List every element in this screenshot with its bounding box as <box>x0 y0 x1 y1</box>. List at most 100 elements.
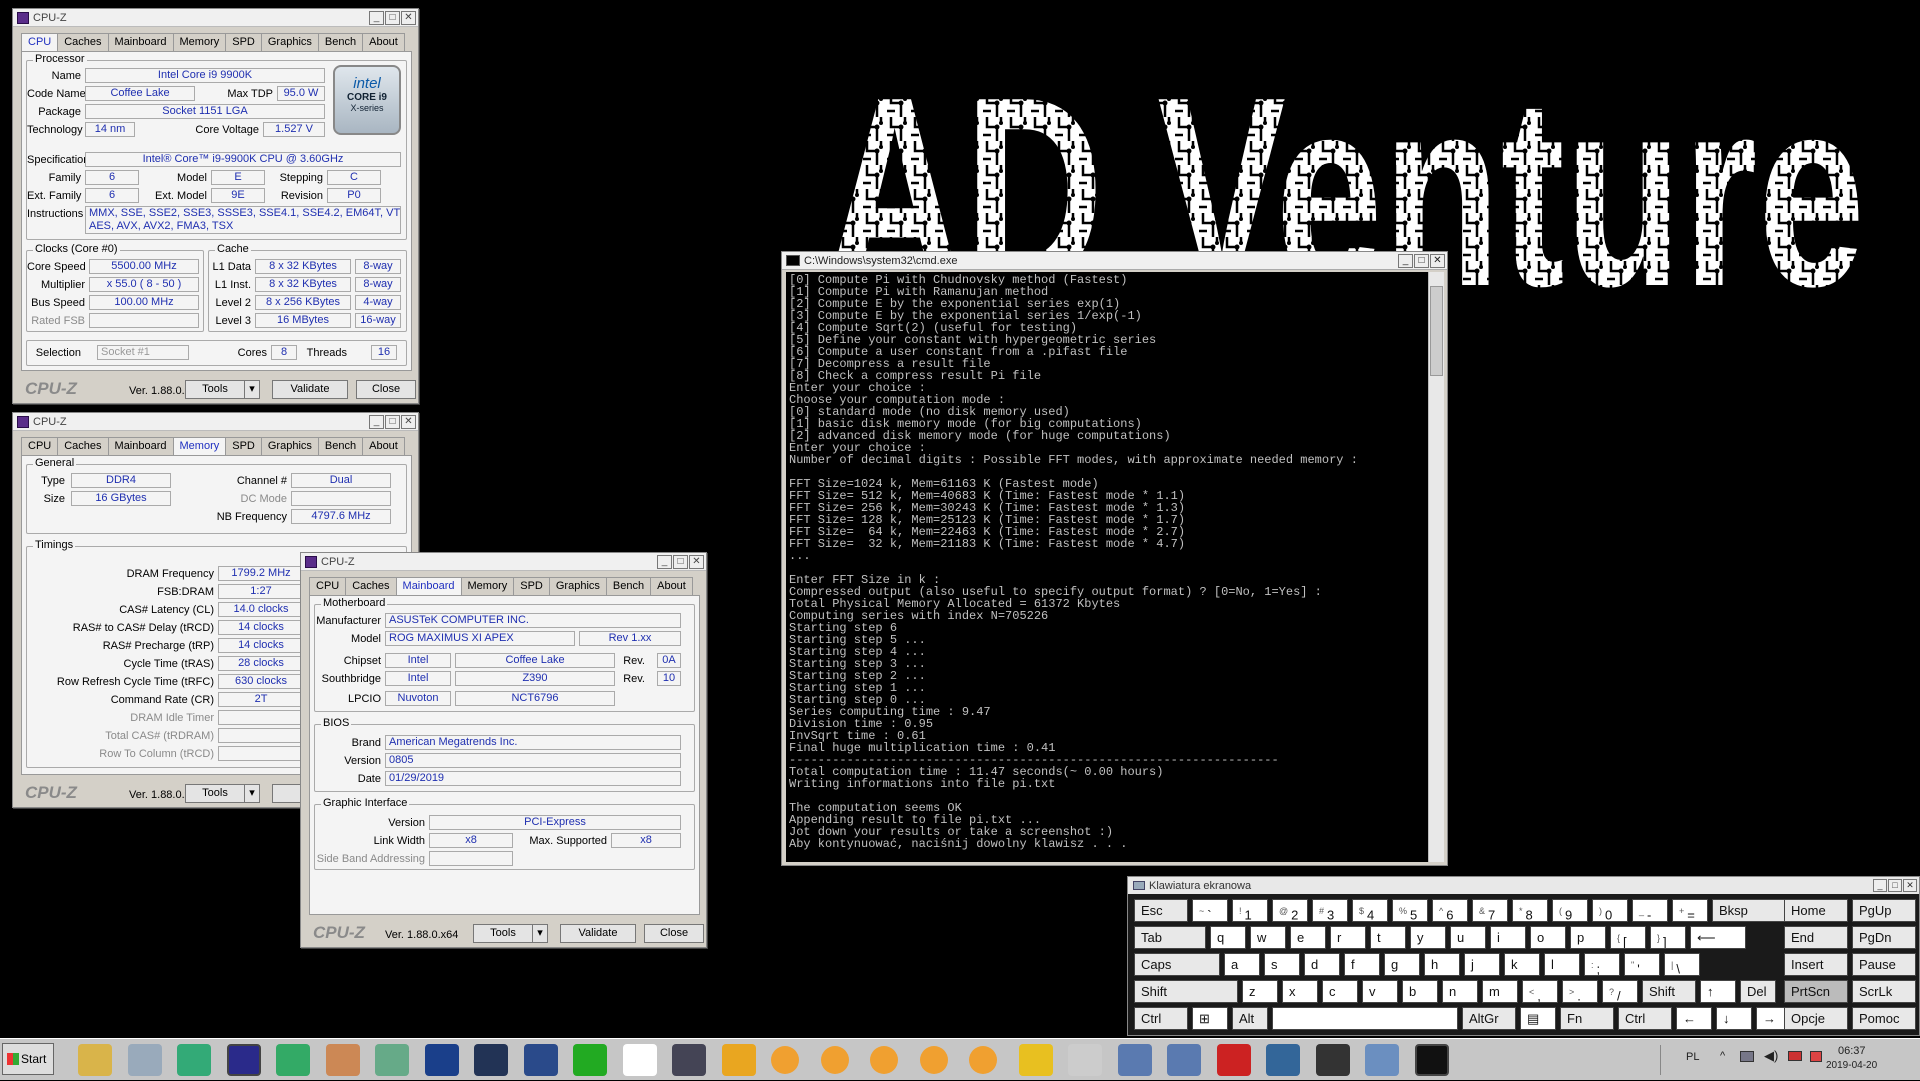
key-pgdn[interactable]: PgDn <box>1852 926 1916 949</box>
sheep-icon[interactable] <box>1068 1044 1102 1076</box>
tab-cpu[interactable]: CPU <box>21 33 59 52</box>
close-button[interactable]: ✕ <box>401 10 416 25</box>
key-[interactable]: :; <box>1584 953 1620 976</box>
key-opcje[interactable]: Opcje <box>1784 1007 1848 1030</box>
xbox-icon[interactable] <box>573 1044 607 1076</box>
tab-spd[interactable]: SPD <box>225 33 262 51</box>
key-0[interactable]: ) 0 <box>1592 899 1628 922</box>
key-v[interactable]: v <box>1362 980 1398 1003</box>
folder-icon[interactable] <box>78 1044 112 1076</box>
key-[interactable]: ↓ <box>1716 1007 1752 1030</box>
tab-spd[interactable]: SPD <box>225 437 262 455</box>
tab-graphics[interactable]: Graphics <box>548 577 607 595</box>
key-q[interactable]: q <box>1210 926 1246 949</box>
key-8[interactable]: * 8 <box>1512 899 1548 922</box>
yellow-icon[interactable] <box>1018 1044 1053 1076</box>
battery-icon[interactable] <box>1788 1051 1802 1061</box>
scroll-thumb[interactable] <box>1430 286 1443 376</box>
clock-time[interactable]: 06:37 <box>1838 1045 1866 1057</box>
key-pause[interactable]: Pause <box>1852 953 1916 976</box>
key-4[interactable]: $4 <box>1352 899 1388 922</box>
key-[interactable]: ~ ` <box>1192 899 1228 922</box>
key-u[interactable]: u <box>1450 926 1486 949</box>
key-a[interactable]: a <box>1224 953 1260 976</box>
key-[interactable]: ↑ <box>1700 980 1736 1003</box>
key-space[interactable] <box>1272 1007 1458 1030</box>
cmd-icon[interactable] <box>1414 1044 1449 1076</box>
key-insert[interactable]: Insert <box>1784 953 1848 976</box>
key-ctrl[interactable]: Ctrl <box>1134 1007 1188 1030</box>
minimize-button[interactable]: _ <box>1873 879 1887 892</box>
coin-icon[interactable] <box>969 1046 997 1074</box>
key-esc[interactable]: Esc <box>1134 899 1188 922</box>
key-scrlk[interactable]: ScrLk <box>1852 980 1916 1003</box>
key-[interactable]: ← <box>1676 1007 1712 1030</box>
paint-icon[interactable] <box>325 1044 360 1076</box>
key-n[interactable]: n <box>1442 980 1478 1003</box>
key-[interactable]: ▤ <box>1520 1007 1556 1030</box>
tab-about[interactable]: About <box>362 437 405 455</box>
close-button[interactable]: ✕ <box>689 554 704 569</box>
chrome-icon[interactable] <box>177 1044 211 1076</box>
tab-about[interactable]: About <box>362 33 405 51</box>
close-button[interactable]: ✕ <box>401 414 416 429</box>
key-bksp[interactable]: Bksp <box>1712 899 1786 922</box>
minimize-button[interactable]: _ <box>657 554 672 569</box>
key-6[interactable]: ^ 6 <box>1432 899 1468 922</box>
key-o[interactable]: o <box>1530 926 1566 949</box>
key-end[interactable]: End <box>1784 926 1848 949</box>
tab-bench[interactable]: Bench <box>605 577 652 595</box>
monitor-icon[interactable] <box>1167 1044 1201 1076</box>
coin-icon[interactable] <box>919 1046 948 1074</box>
tab-graphics[interactable]: Graphics <box>260 33 319 51</box>
key-[interactable]: ⊞ <box>1192 1007 1228 1030</box>
key-9[interactable]: (9 <box>1552 899 1588 922</box>
close-window-button[interactable]: Close <box>644 924 704 943</box>
key-[interactable]: ⟵ <box>1690 926 1746 949</box>
key-1[interactable]: ! 1 <box>1232 899 1268 922</box>
key-home[interactable]: Home <box>1784 899 1848 922</box>
key-e[interactable]: e <box>1290 926 1326 949</box>
tools-dropdown-button[interactable]: ▾ <box>532 924 548 943</box>
record-icon[interactable] <box>1216 1044 1251 1076</box>
p-icon[interactable] <box>1266 1044 1300 1076</box>
key-d[interactable]: d <box>1304 953 1340 976</box>
minimize-button[interactable]: _ <box>369 10 384 25</box>
tools-dropdown-button[interactable]: ▾ <box>244 380 260 399</box>
key-x[interactable]: x <box>1282 980 1318 1003</box>
tab-memory[interactable]: Memory <box>172 33 227 51</box>
key-[interactable]: + = <box>1672 899 1708 922</box>
clock-date[interactable]: 2019-04-20 <box>1826 1060 1877 1071</box>
tab-cpu[interactable]: CPU <box>309 577 347 595</box>
key-7[interactable]: & 7 <box>1472 899 1508 922</box>
scrollbar[interactable] <box>1428 272 1444 862</box>
window-icon[interactable] <box>375 1044 409 1076</box>
key-f[interactable]: f <box>1344 953 1380 976</box>
network-icon[interactable] <box>1740 1051 1754 1062</box>
key-2[interactable]: @2 <box>1272 899 1308 922</box>
key-b[interactable]: b <box>1402 980 1438 1003</box>
key-[interactable]: >. <box>1562 980 1598 1003</box>
teapot-icon[interactable] <box>672 1044 706 1076</box>
coin-icon[interactable] <box>870 1046 898 1074</box>
key-z[interactable]: z <box>1242 980 1278 1003</box>
key-s[interactable]: s <box>1264 953 1300 976</box>
pi-icon[interactable] <box>622 1044 657 1076</box>
key-alt[interactable]: Alt <box>1232 1007 1268 1030</box>
start-button[interactable]: Start <box>2 1043 54 1075</box>
minimize-button[interactable]: _ <box>369 414 384 429</box>
monitor-icon[interactable] <box>1117 1044 1152 1076</box>
maximize-button[interactable]: □ <box>673 554 688 569</box>
tools-button[interactable]: Tools <box>185 784 245 803</box>
tab-bench[interactable]: Bench <box>317 437 364 455</box>
keyboard-icon[interactable] <box>1365 1044 1399 1076</box>
coin-icon[interactable] <box>771 1046 799 1074</box>
key-altgr[interactable]: AltGr <box>1462 1007 1516 1030</box>
key-l[interactable]: l <box>1544 953 1580 976</box>
key-c[interactable]: c <box>1322 980 1358 1003</box>
cpuz-icon[interactable] <box>226 1044 261 1076</box>
key-[interactable]: }] <box>1650 926 1686 949</box>
key-ctrl[interactable]: Ctrl <box>1618 1007 1672 1030</box>
console-output[interactable]: [0] Compute Pi with Chudnovsky method (F… <box>786 272 1428 862</box>
tab-bench[interactable]: Bench <box>317 33 364 51</box>
